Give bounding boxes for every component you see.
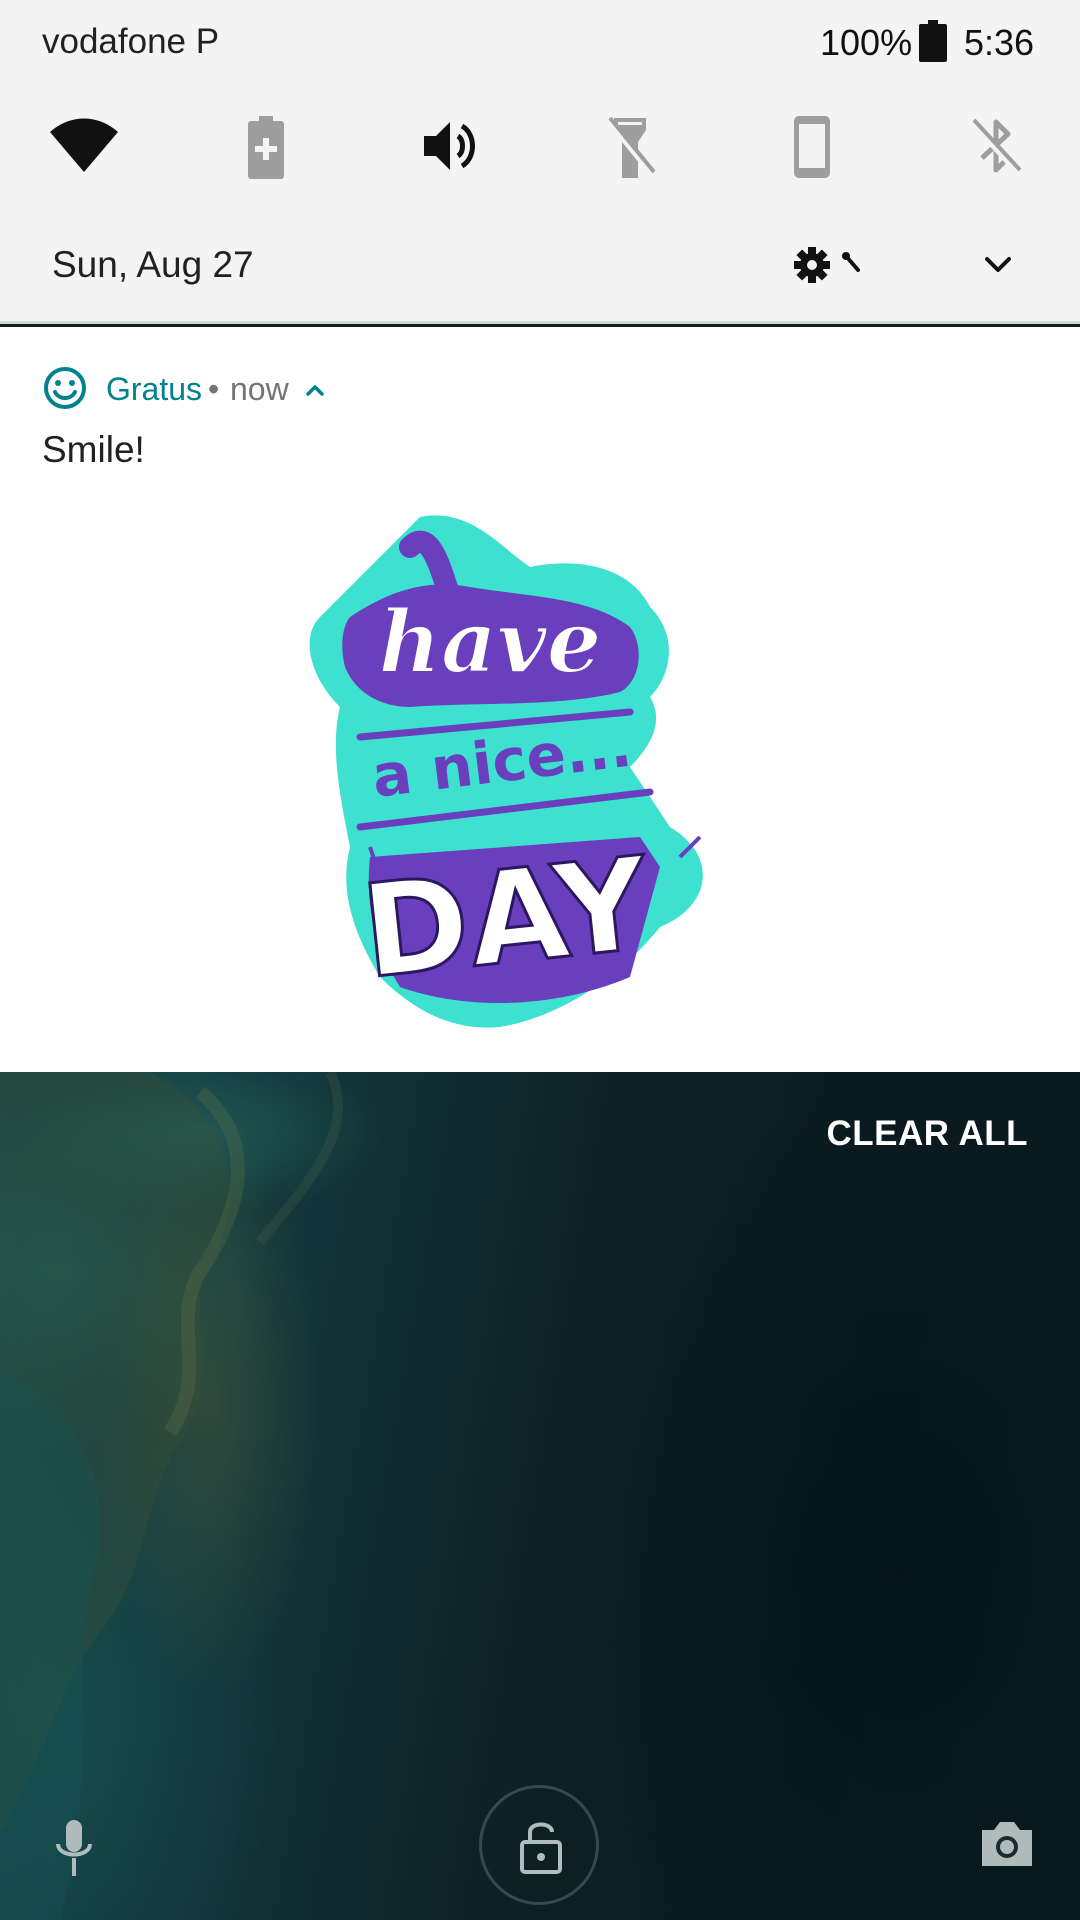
bluetooth-tile[interactable] [958,108,1034,184]
auto-rotate-tile[interactable] [774,108,850,184]
date-label[interactable]: Sun, Aug 27 [52,244,254,286]
bluetooth-icon [969,118,1023,177]
svg-text:DAY: DAY [356,830,657,1008]
notification-card[interactable]: Gratus • now Smile! have a nice... DAY [0,327,1080,1072]
sound-tile[interactable] [410,108,486,184]
clear-all-button[interactable]: CLEAR ALL [826,1114,1028,1154]
date-row: Sun, Aug 27 [0,230,1080,300]
smiley-icon [44,367,86,409]
status-bar: vodafone P 100% 5:36 [0,0,1080,88]
auto-rotate-icon [794,116,830,178]
wifi-tile[interactable] [46,108,122,184]
status-clock: 5:36 [964,22,1035,63]
volume-icon [424,122,475,170]
unlock-icon [520,1822,562,1874]
notification-header: Gratus • now [42,365,642,415]
battery-saver-tile[interactable] [228,108,304,184]
camera-icon[interactable] [978,1818,1036,1870]
notification-app-name: Gratus [106,371,203,407]
battery-saver-icon [248,116,284,179]
svg-text:have: have [379,592,602,693]
quick-settings-panel: vodafone P 100% 5:36 Sun, Aug 27 [0,0,1080,324]
chevron-up-icon[interactable] [300,375,330,405]
chevron-down-icon[interactable] [975,242,1021,288]
flashlight-tile[interactable] [592,108,668,184]
wifi-icon [50,118,118,172]
notification-time: now [230,371,289,407]
settings-gear-icon[interactable] [790,240,870,290]
microphone-icon[interactable] [46,1818,102,1878]
have-a-nice-day-sticker-image: have a nice... DAY [309,515,703,1028]
unlock-button[interactable] [479,1785,599,1905]
battery-percentage: 100% [820,22,913,63]
battery-icon [919,20,947,62]
flashlight-icon [605,116,656,178]
notification-title: Smile! [42,429,145,470]
header-separator: • [208,371,220,407]
carrier-name: vodafone P [42,22,220,61]
